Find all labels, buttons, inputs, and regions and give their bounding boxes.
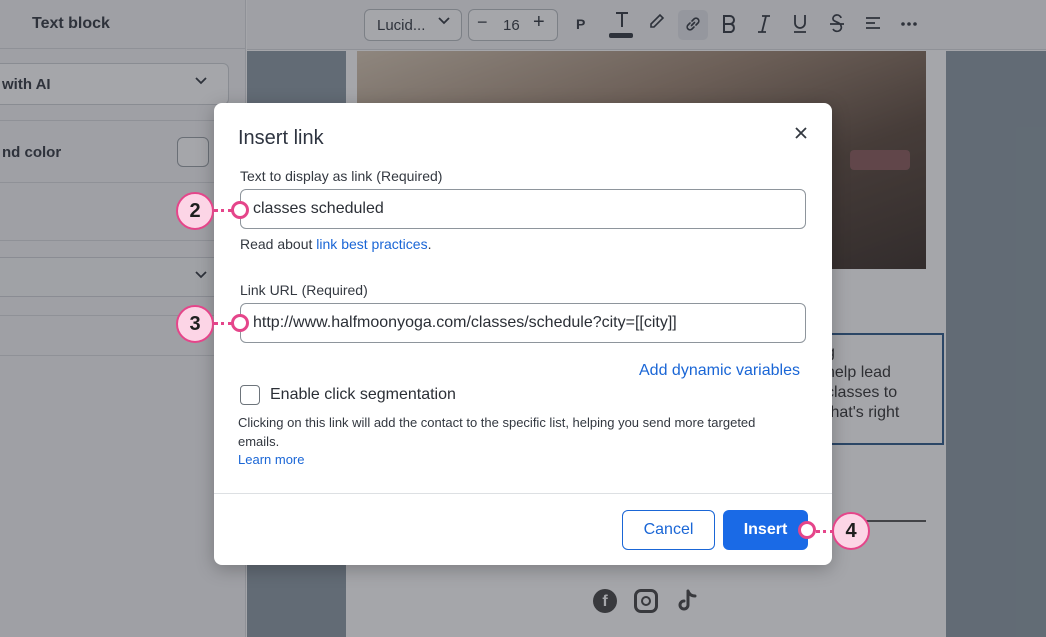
help-suffix: .: [427, 236, 432, 252]
required-marker: (Required): [301, 282, 368, 298]
dialog-title: Insert link: [238, 127, 324, 149]
required-marker: (Required): [376, 168, 443, 184]
close-icon[interactable]: [790, 123, 812, 145]
callout-target-ring: [231, 201, 249, 219]
best-practices-help: Read about link best practices.: [240, 236, 431, 252]
link-url-input[interactable]: [240, 303, 806, 343]
insert-button[interactable]: Insert: [723, 510, 808, 550]
click-segmentation-checkbox[interactable]: [240, 385, 260, 405]
cancel-button[interactable]: Cancel: [622, 510, 715, 550]
link-url-label: Link URL (Required): [240, 282, 368, 298]
dialog-footer-divider: [214, 493, 832, 494]
callout-target-ring: [231, 314, 249, 332]
click-segmentation-description: Clicking on this link will add the conta…: [238, 415, 756, 449]
callout-connector: [214, 322, 232, 325]
link-best-practices-link[interactable]: link best practices: [316, 236, 427, 252]
click-segmentation-label: Enable click segmentation: [270, 386, 456, 403]
help-prefix: Read about: [240, 236, 317, 252]
add-dynamic-variables-link[interactable]: Add dynamic variables: [639, 362, 800, 380]
display-text-label: Text to display as link (Required): [240, 168, 442, 184]
display-text-input[interactable]: [240, 189, 806, 229]
callout-step-2: 2: [176, 192, 214, 230]
callout-connector: [214, 209, 232, 212]
display-text-label-text: Text to display as link: [240, 168, 373, 184]
callout-target-ring: [798, 521, 816, 539]
callout-step-4: 4: [832, 512, 870, 550]
callout-step-3: 3: [176, 305, 214, 343]
insert-link-dialog: Insert link Text to display as link (Requ…: [214, 103, 832, 565]
link-url-label-text: Link URL: [240, 282, 298, 298]
learn-more-link[interactable]: Learn more: [238, 452, 304, 467]
